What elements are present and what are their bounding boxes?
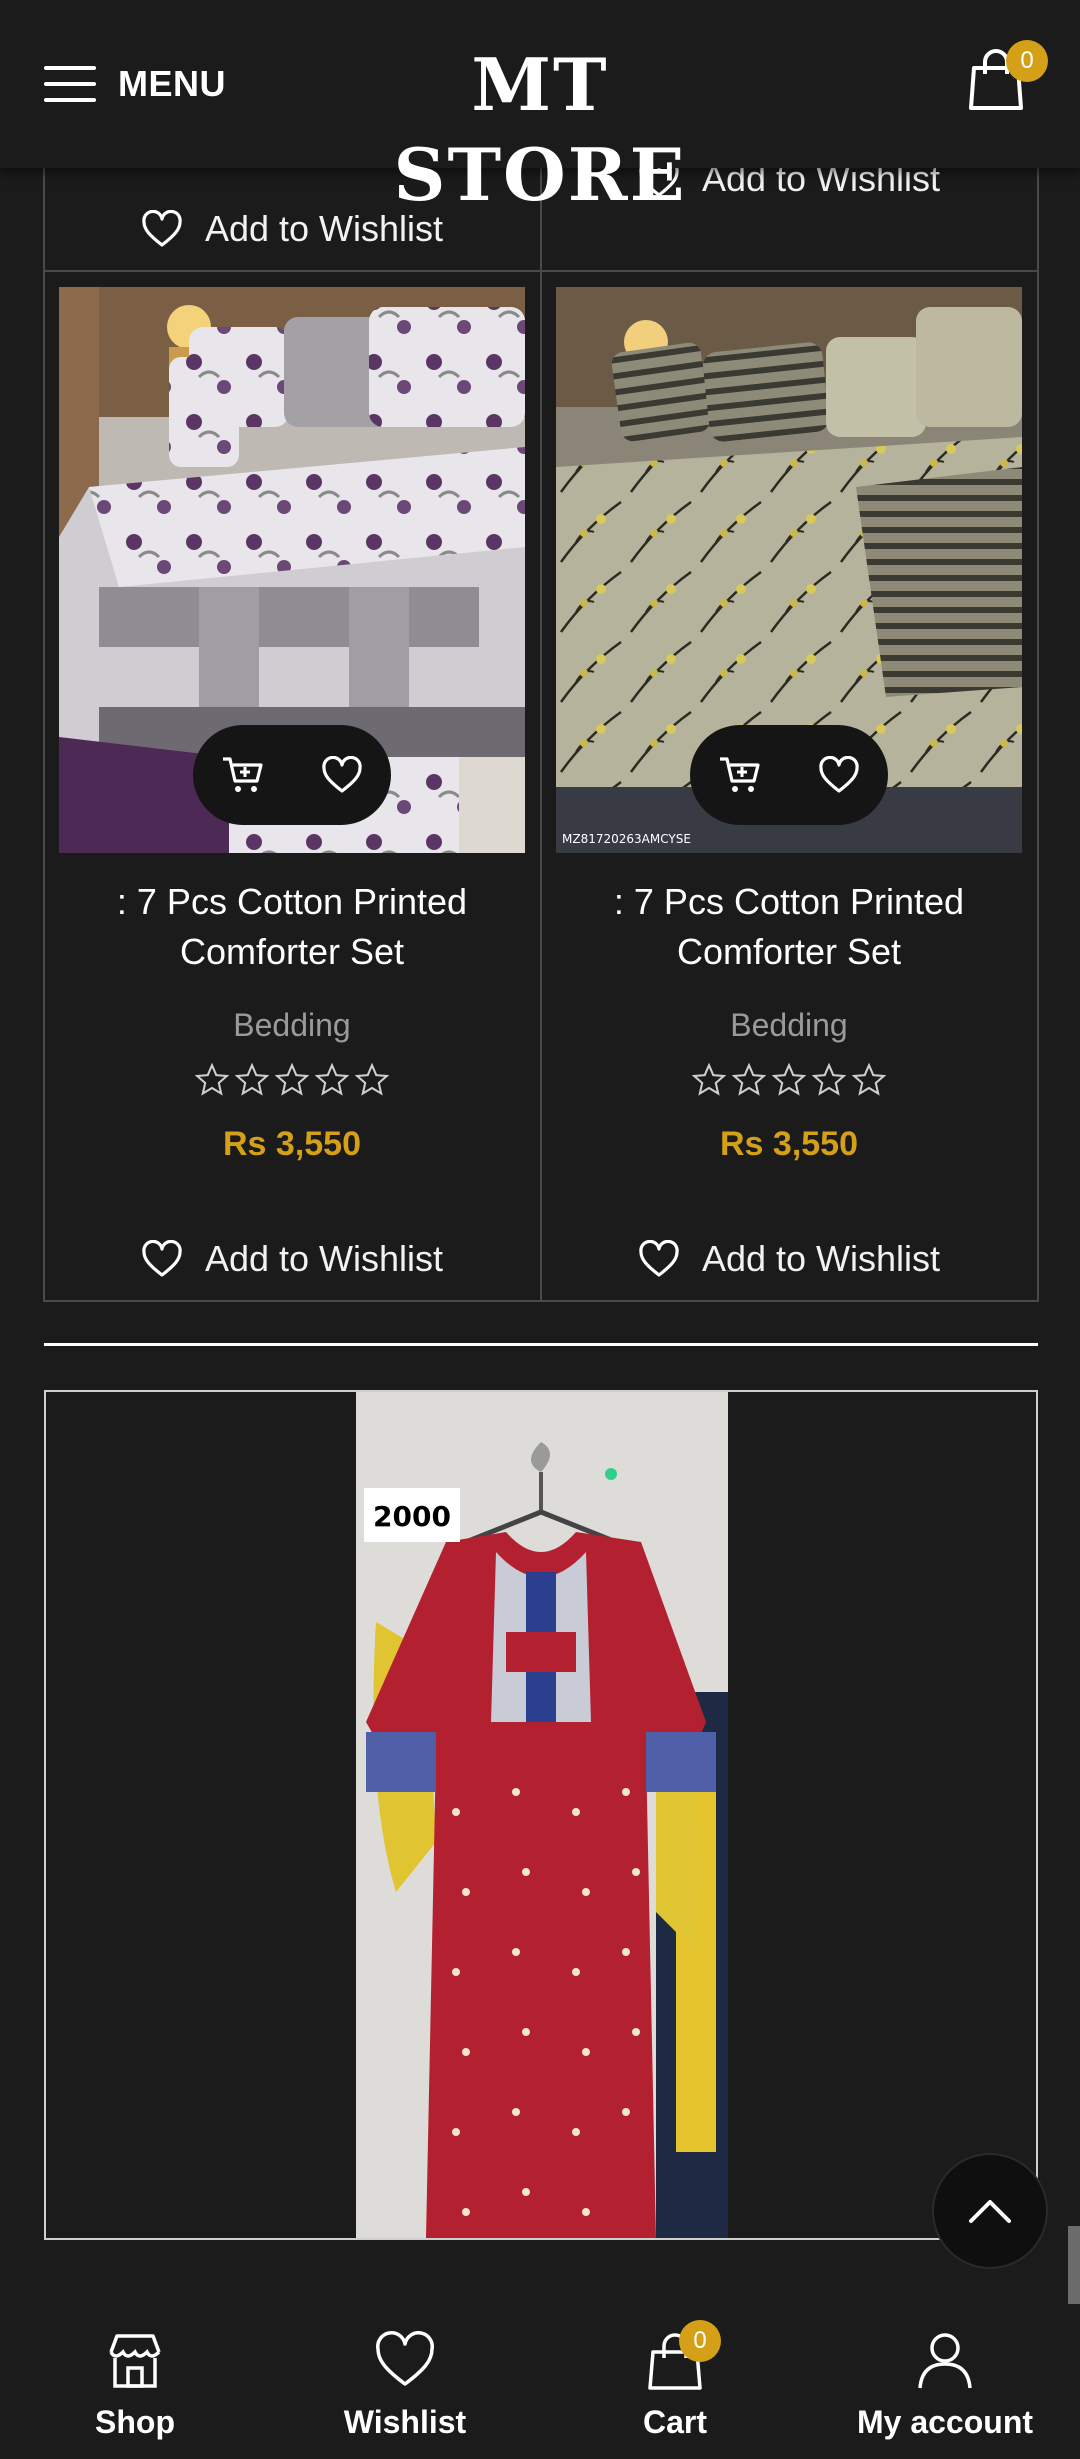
product-card[interactable]: MZ81720263AMCYSE : 7 Pcs Cotton Printed … [556,287,1052,1287]
menu-label: MENU [118,63,226,104]
star-icon [691,1063,727,1096]
nav-cart-label: Cart [642,2404,707,2440]
star-icon [851,1063,887,1096]
menu-button[interactable]: MENU [44,56,226,112]
nav-cart-icon-wrap: 0 [643,2320,721,2392]
grid-border-left [43,168,45,1302]
banner-image[interactable]: 2000 [356,1392,728,2238]
nav-wishlist[interactable]: Wishlist [270,2304,540,2459]
add-to-cart-icon[interactable] [718,755,762,795]
star-icon [771,1063,807,1096]
nav-cart[interactable]: 0 Cart [540,2304,810,2459]
nav-my-account[interactable]: My account [810,2304,1080,2459]
product-rating [556,1063,1022,1097]
nav-shop[interactable]: Shop [0,2304,270,2459]
add-to-cart-icon[interactable] [221,755,265,795]
star-icon [811,1063,847,1096]
grid-row-divider [43,270,1039,272]
product-category[interactable]: Bedding [556,1007,1022,1044]
product-quick-actions [690,725,888,825]
heart-icon[interactable] [321,756,363,794]
store-logo[interactable]: MT STORE [340,40,740,217]
star-icon [194,1063,230,1096]
add-to-wishlist-link[interactable]: Add to Wishlist [44,1224,540,1294]
product-price: Rs 3,550 [720,1125,858,1163]
store-icon [109,2334,161,2388]
scroll-to-top-button[interactable] [934,2155,1046,2267]
nav-shop-label: Shop [95,2404,175,2440]
add-to-wishlist-link[interactable]: Add to Wishlist [541,1224,1037,1294]
star-icon [314,1063,350,1096]
cart-count-badge: 0 [679,2320,721,2362]
wishlist-label: Add to Wishlist [204,1238,444,1279]
heart-icon [142,210,182,247]
price-tag-text: 2000 [373,1500,451,1533]
image-code: MZ81720263AMCYSE [562,832,691,846]
product-quick-actions [193,725,391,825]
wishlist-label: Add to Wishlist [701,1238,941,1279]
nav-account-label: My account [856,2404,1034,2440]
promo-banner[interactable]: 2000 [44,1390,1038,2240]
star-icon [354,1063,390,1096]
bottom-navigation: Shop Wishlist 0 Cart My account [0,2304,1080,2459]
nav-wishlist-label: Wishlist [343,2404,467,2440]
product-title[interactable]: : 7 Pcs Cotton Printed Comforter Set [556,877,1022,977]
product-card[interactable]: : 7 Pcs Cotton Printed Comforter Set Bed… [59,287,555,1287]
grid-bottom-border [43,1300,1039,1302]
star-icon [731,1063,767,1096]
heart-icon [376,2331,434,2386]
heart-icon [639,1240,679,1277]
heart-icon[interactable] [818,756,860,794]
heart-icon [142,1240,182,1277]
page: MENU MT STORE 0 Add to Wishlist Add to W… [0,0,1080,2459]
cart-count-badge: 0 [1006,40,1048,82]
product-image[interactable] [59,287,525,853]
product-category[interactable]: Bedding [59,1007,525,1044]
product-title[interactable]: : 7 Pcs Cotton Printed Comforter Set [59,877,525,977]
header-cart-button[interactable]: 0 [966,40,1048,116]
product-price: Rs 3,550 [223,1125,361,1163]
star-icon [234,1063,270,1096]
star-icon [274,1063,310,1096]
product-rating [59,1063,525,1097]
product-image[interactable]: MZ81720263AMCYSE [556,287,1022,853]
site-header: MENU MT STORE 0 [0,0,1080,217]
section-divider [44,1343,1038,1346]
user-icon [918,2333,972,2389]
chevron-up-icon [969,2200,1011,2223]
hamburger-icon [44,64,96,104]
